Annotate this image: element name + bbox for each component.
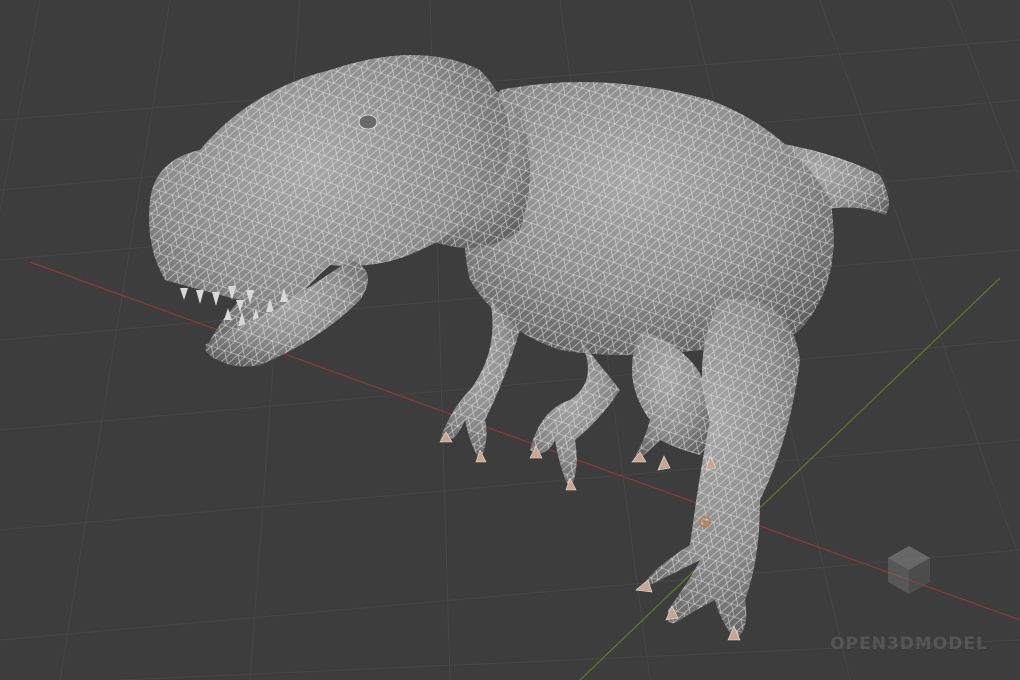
eye bbox=[358, 114, 378, 130]
watermark-text: OPEN3DMODEL bbox=[830, 634, 988, 654]
3d-viewport[interactable]: OPEN3DMODEL bbox=[0, 0, 1020, 680]
trex-mesh[interactable] bbox=[149, 55, 889, 641]
watermark: OPEN3DMODEL bbox=[824, 544, 994, 654]
cube-logo-icon bbox=[888, 546, 930, 594]
